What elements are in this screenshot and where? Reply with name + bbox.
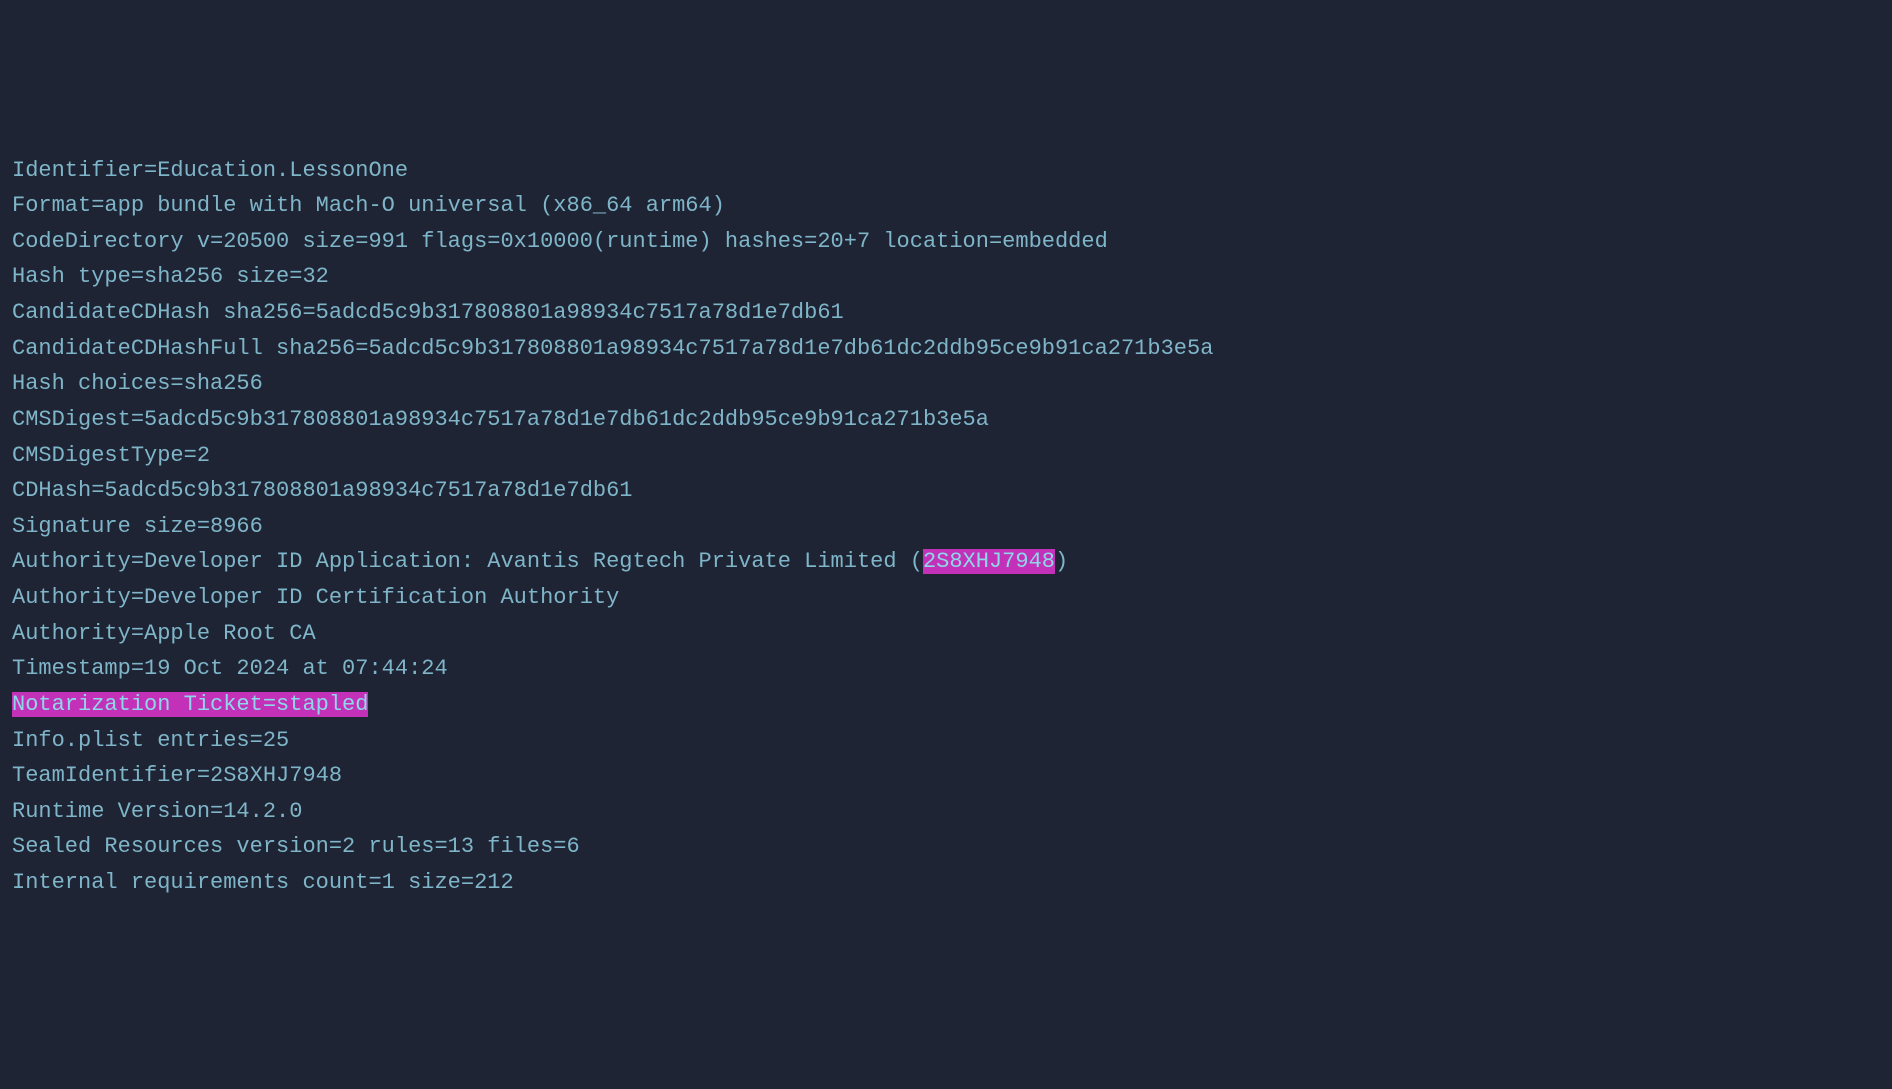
authority-suffix: ): [1055, 549, 1068, 574]
output-line-runtime-version: Runtime Version=14.2.0: [12, 794, 1880, 830]
output-line-sealed-resources: Sealed Resources version=2 rules=13 file…: [12, 829, 1880, 865]
output-line-internal-requirements: Internal requirements count=1 size=212: [12, 865, 1880, 901]
output-line-authority-cert: Authority=Developer ID Certification Aut…: [12, 580, 1880, 616]
output-line-candidate-cdhash: CandidateCDHash sha256=5adcd5c9b31780880…: [12, 295, 1880, 331]
output-line-cms-digest: CMSDigest=5adcd5c9b317808801a98934c7517a…: [12, 402, 1880, 438]
output-line-authority-developer-id: Authority=Developer ID Application: Avan…: [12, 544, 1880, 580]
team-id-highlight: 2S8XHJ7948: [923, 549, 1055, 574]
output-line-info-plist: Info.plist entries=25: [12, 723, 1880, 759]
notarization-highlight: Notarization Ticket=stapled: [12, 692, 368, 717]
output-line-hash-type: Hash type=sha256 size=32: [12, 259, 1880, 295]
output-line-team-identifier: TeamIdentifier=2S8XHJ7948: [12, 758, 1880, 794]
output-line-codedirectory: CodeDirectory v=20500 size=991 flags=0x1…: [12, 224, 1880, 260]
output-line-identifier: Identifier=Education.LessonOne: [12, 153, 1880, 189]
output-line-authority-root: Authority=Apple Root CA: [12, 616, 1880, 652]
output-line-candidate-cdhash-full: CandidateCDHashFull sha256=5adcd5c9b3178…: [12, 331, 1880, 367]
output-line-timestamp: Timestamp=19 Oct 2024 at 07:44:24: [12, 651, 1880, 687]
output-line-format: Format=app bundle with Mach-O universal …: [12, 188, 1880, 224]
output-line-hash-choices: Hash choices=sha256: [12, 366, 1880, 402]
authority-prefix: Authority=Developer ID Application: Avan…: [12, 549, 923, 574]
terminal-output[interactable]: Identifier=Education.LessonOneFormat=app…: [12, 153, 1880, 901]
output-line-signature-size: Signature size=8966: [12, 509, 1880, 545]
output-line-cms-digest-type: CMSDigestType=2: [12, 438, 1880, 474]
output-line-cdhash: CDHash=5adcd5c9b317808801a98934c7517a78d…: [12, 473, 1880, 509]
output-line-notarization: Notarization Ticket=stapled: [12, 687, 1880, 723]
